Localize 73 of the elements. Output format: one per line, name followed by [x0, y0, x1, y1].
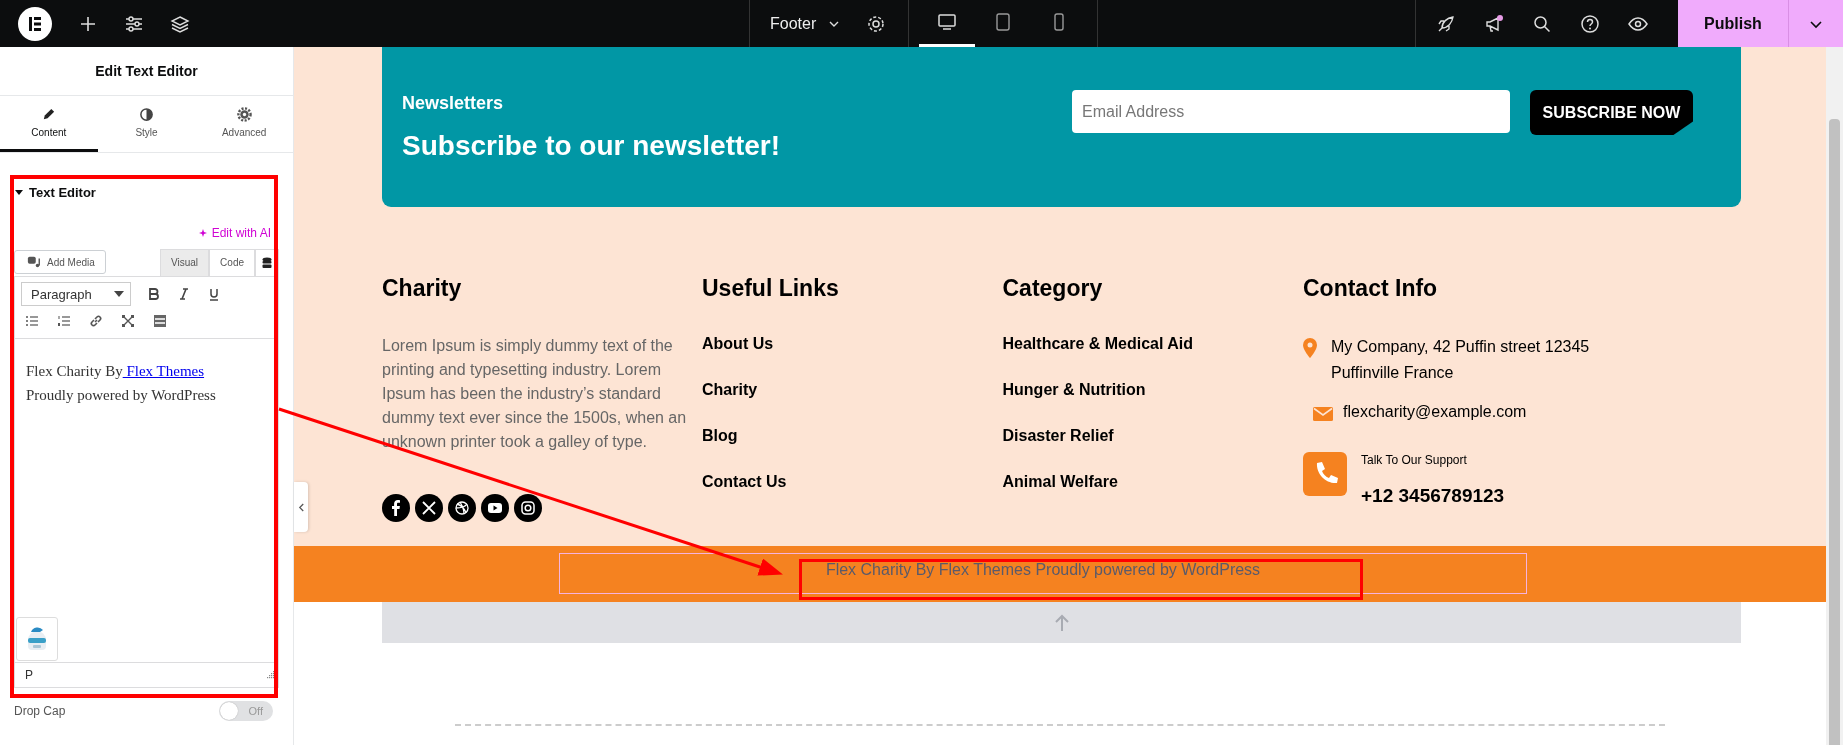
- footer-link[interactable]: Charity: [702, 380, 1003, 399]
- contact-text: My Company, 42 Puffin street 12345 Puffinville France: [1331, 337, 1591, 383]
- column-heading: Useful Links: [702, 275, 840, 302]
- layers-icon[interactable]: [170, 13, 190, 34]
- about-text: Lorem Ipsum is simply dummy text of the printing and typesetting industry. Lorem Ipsum has been the industry’s standard dummy text ever since the 1500s, when an unknown printer took a galley of type.: [382, 336, 688, 452]
- chevron-left-icon: [297, 502, 305, 512]
- megaphone-icon[interactable]: [1484, 13, 1504, 34]
- bullet-list-icon[interactable]: [25, 314, 39, 328]
- envelope-icon: [1313, 407, 1333, 421]
- editor-text: Flex Charity By Flex Themes Proudly powered by WordPress: [25, 362, 217, 405]
- category-link[interactable]: Healthcare & Medical Aid: [1002, 334, 1303, 353]
- assistant-robot-icon[interactable]: [16, 617, 58, 661]
- italic-icon[interactable]: [177, 287, 191, 301]
- column-heading: Charity: [382, 275, 463, 302]
- media-icon: [27, 255, 41, 269]
- x-icon[interactable]: [415, 494, 443, 522]
- toolbar-toggle-icon[interactable]: [153, 314, 167, 328]
- gear-icon: [236, 107, 252, 122]
- search-icon[interactable]: [1532, 13, 1552, 34]
- panel-title: Edit Text Editor: [0, 47, 293, 96]
- newsletter-heading: Subscribe to our newsletter!: [402, 130, 782, 162]
- element-path: P: [25, 668, 33, 682]
- pencil-icon: [41, 107, 57, 122]
- bold-icon[interactable]: [147, 287, 161, 301]
- sparkle-icon: [198, 228, 209, 238]
- publish-button[interactable]: Publish: [1678, 0, 1788, 47]
- panel-tab[interactable]: Advanced: [195, 96, 293, 152]
- footer-link[interactable]: Contact Us: [702, 472, 1003, 491]
- category-link[interactable]: Hunger & Nutrition: [1002, 380, 1303, 399]
- section-header[interactable]: Text Editor: [15, 185, 279, 200]
- desktop-icon: [937, 12, 958, 32]
- category-link[interactable]: Animal Welfare: [1002, 472, 1303, 491]
- editor-tab[interactable]: Code: [209, 249, 255, 276]
- link-icon[interactable]: [89, 314, 103, 328]
- instagram-icon[interactable]: [514, 494, 542, 522]
- column-heading: Contact Info: [1303, 275, 1439, 302]
- footer-link[interactable]: Blog: [702, 426, 1003, 445]
- underline-icon[interactable]: [207, 287, 221, 301]
- youtube-icon[interactable]: [481, 494, 509, 522]
- footer-link[interactable]: About Us: [702, 334, 1003, 353]
- add-media-button[interactable]: Add Media: [14, 250, 106, 274]
- database-icon[interactable]: [262, 257, 272, 269]
- phone-number: +12 3456789123: [1361, 486, 1505, 506]
- editor-link[interactable]: Flex Themes: [122, 363, 205, 379]
- email-field[interactable]: Email Address: [1072, 90, 1510, 133]
- category-link[interactable]: Disaster Relief: [1002, 426, 1303, 445]
- facebook-icon[interactable]: [382, 494, 410, 522]
- half-circle-icon: [139, 107, 154, 122]
- dribbble-icon[interactable]: [448, 494, 476, 522]
- location-pin-icon: [1303, 338, 1317, 358]
- support-label: Talk To Our Support: [1361, 452, 1468, 469]
- edit-with-ai-link[interactable]: Edit with AI: [211, 226, 271, 240]
- numbered-list-icon[interactable]: [57, 314, 71, 328]
- rocket-icon[interactable]: [1436, 13, 1456, 34]
- phone-icon: [1303, 452, 1347, 496]
- scrollbar[interactable]: [1826, 47, 1843, 745]
- arrow-up-icon: [1053, 613, 1070, 632]
- resize-handle-icon[interactable]: [267, 671, 275, 679]
- format-dropdown[interactable]: Paragraph: [21, 282, 131, 306]
- help-icon[interactable]: [1580, 13, 1600, 34]
- fullscreen-icon[interactable]: [121, 314, 135, 328]
- sliders-icon[interactable]: [124, 13, 144, 34]
- settings-icon[interactable]: [866, 13, 887, 34]
- subscribe-button[interactable]: SUBSCRIBE NOW: [1530, 90, 1693, 135]
- panel-tab[interactable]: Style: [97, 96, 196, 152]
- column-heading: Category: [1002, 275, 1104, 302]
- panel-tab[interactable]: Content: [0, 96, 98, 152]
- drop-cap-label: Drop Cap: [14, 704, 66, 718]
- newsletter-eyebrow: Newsletters: [402, 93, 505, 114]
- contact-text: flexcharity@example.com: [1343, 402, 1528, 422]
- logo-icon[interactable]: [18, 6, 52, 41]
- editor-tab[interactable]: Visual: [160, 249, 210, 276]
- copyright-text: Flex Charity By Flex Themes Proudly powered by WordPress: [825, 561, 1261, 580]
